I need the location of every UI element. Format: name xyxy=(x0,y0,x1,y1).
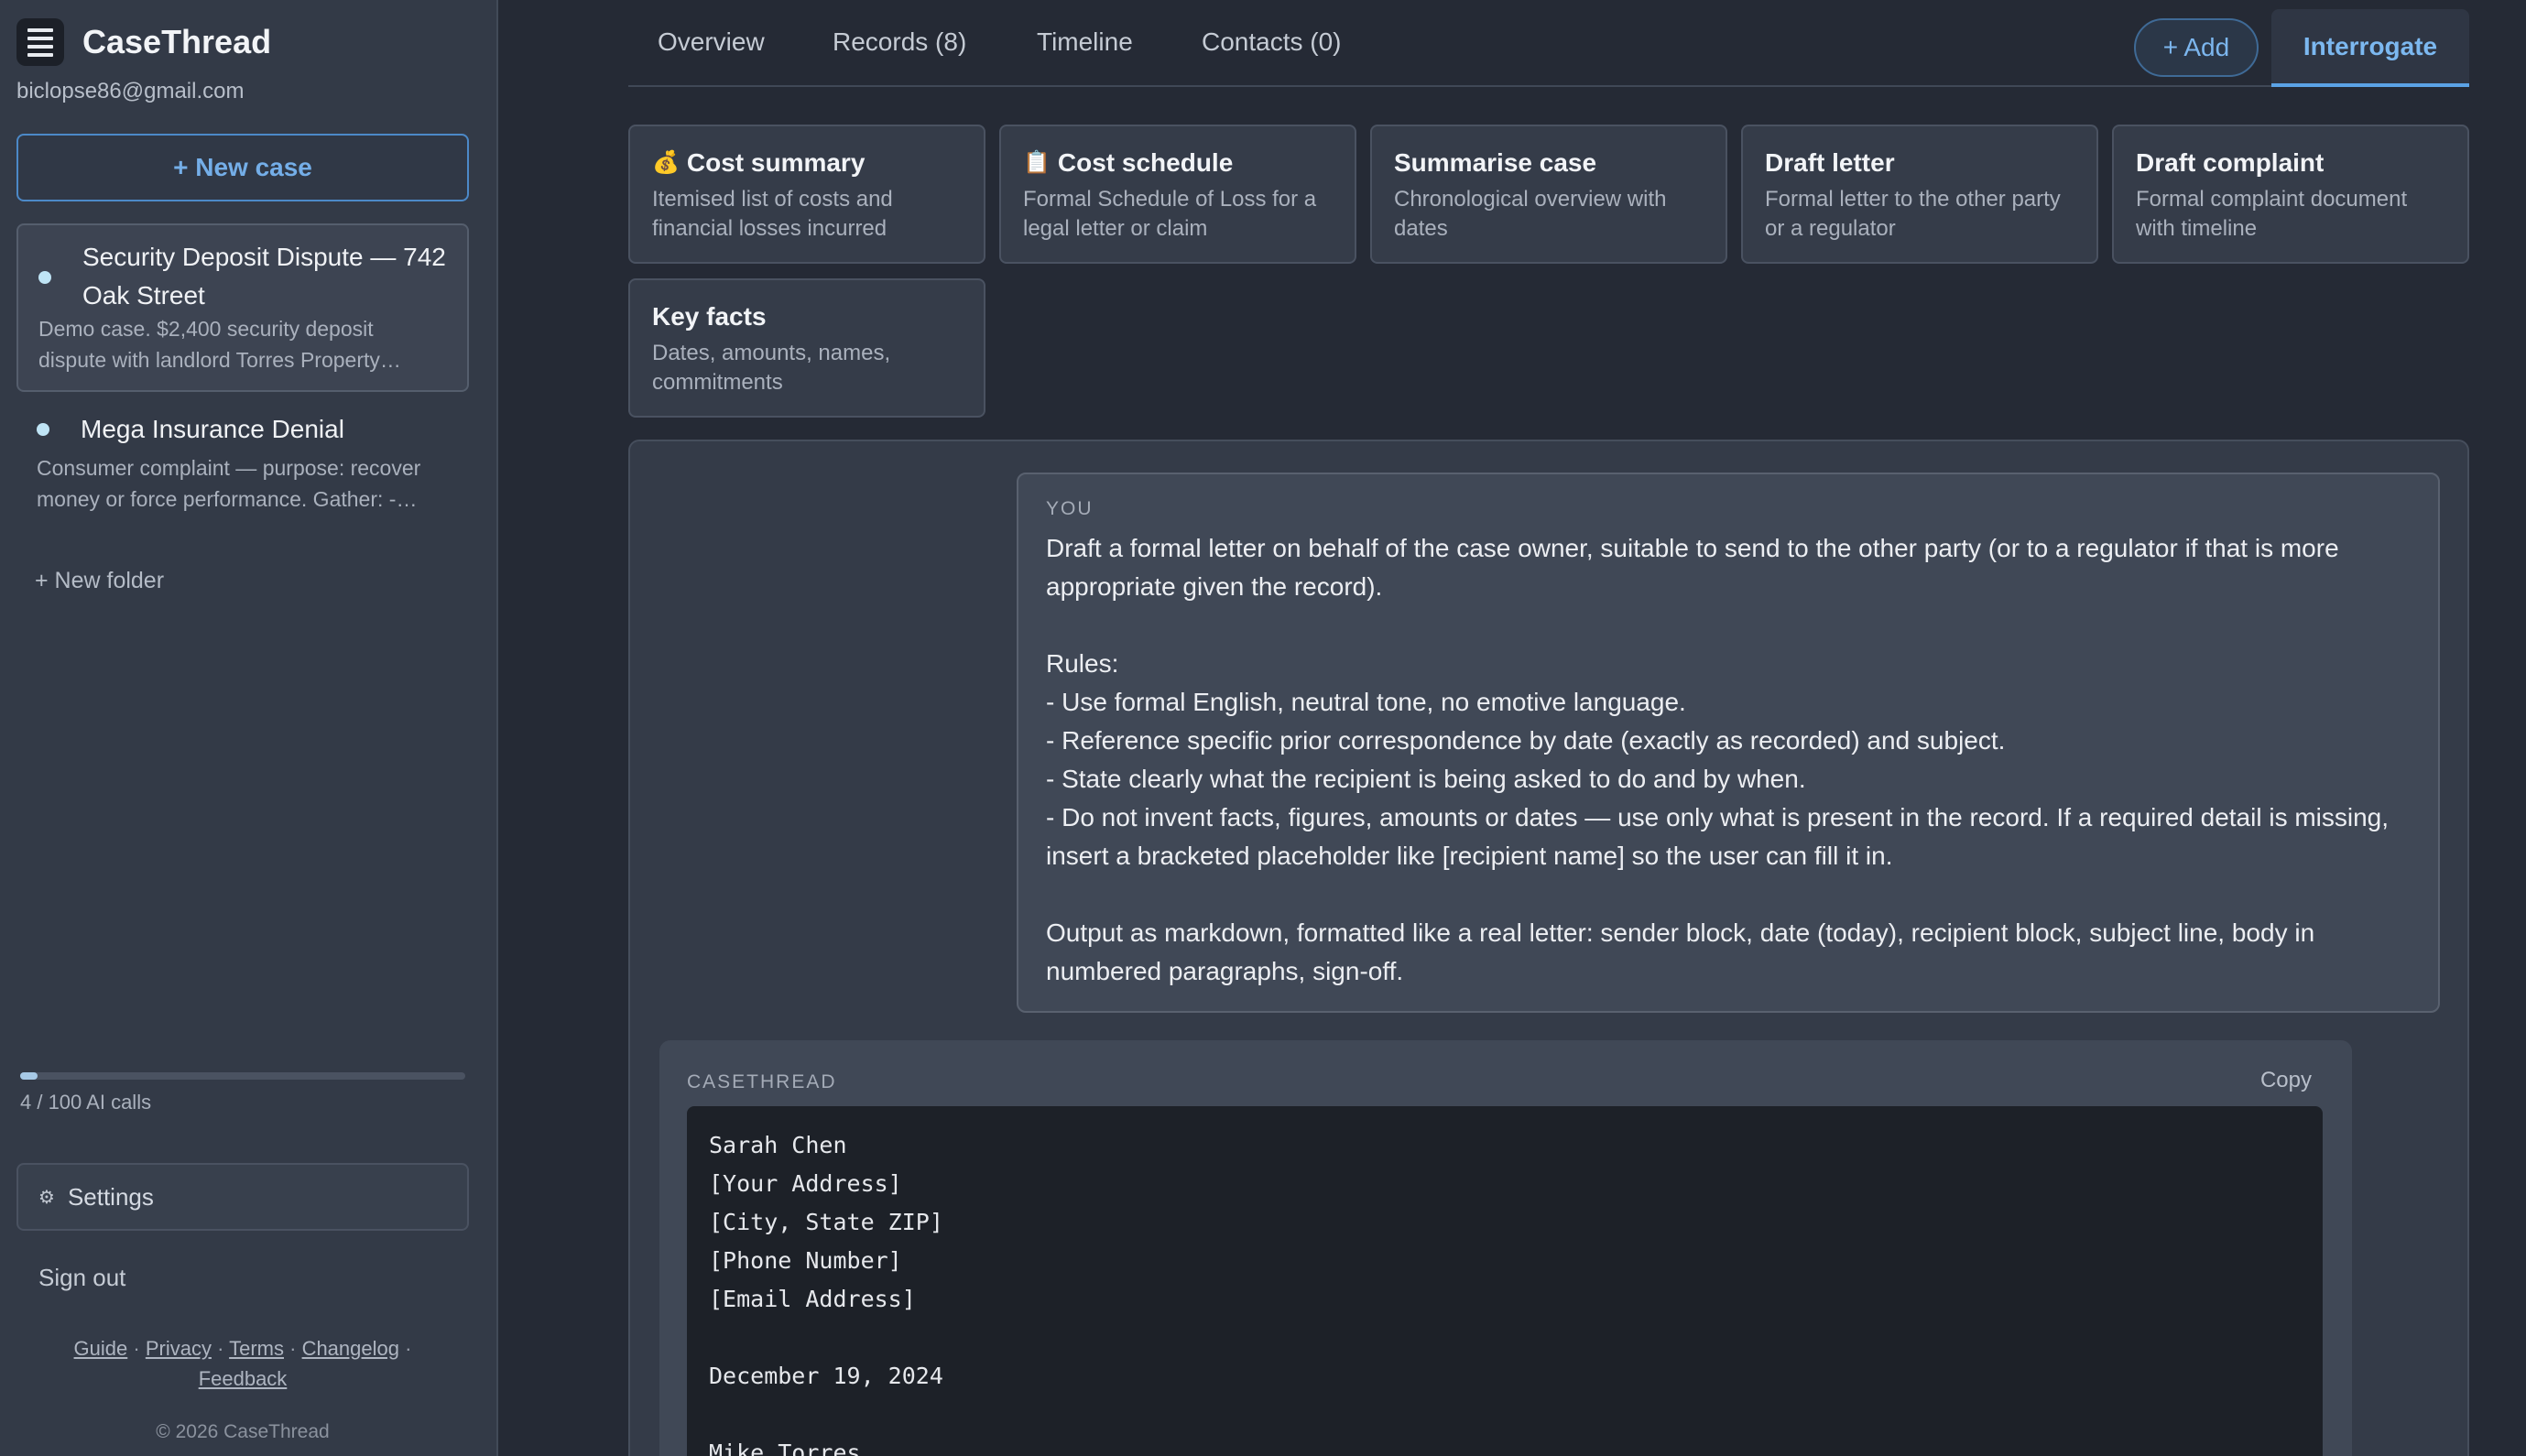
action-card-cost-schedule[interactable]: 📋 Cost schedule Formal Schedule of Loss … xyxy=(999,125,1356,264)
tab-interrogate[interactable]: Interrogate xyxy=(2271,9,2469,87)
new-folder-button[interactable]: + New folder xyxy=(35,568,164,594)
feedback-link[interactable]: Feedback xyxy=(199,1367,288,1390)
ai-usage-bar xyxy=(20,1072,465,1080)
case-title: Security Deposit Dispute — 742 Oak Stree… xyxy=(82,243,446,310)
copy-button[interactable]: Copy xyxy=(2260,1068,2312,1093)
guide-link[interactable]: Guide xyxy=(74,1337,128,1360)
card-description: Formal Schedule of Loss for a legal lett… xyxy=(1023,187,1317,241)
case-status-dot xyxy=(38,271,51,284)
card-title: Cost schedule xyxy=(1057,148,1234,177)
tab-timeline[interactable]: Timeline xyxy=(1037,27,1133,57)
settings-button[interactable]: ⚙ Settings xyxy=(16,1163,469,1231)
assistant-message: CASETHREAD Copy Sarah Chen [Your Address… xyxy=(659,1040,2352,1456)
privacy-link[interactable]: Privacy xyxy=(146,1337,212,1360)
case-title: Mega Insurance Denial xyxy=(81,415,344,443)
card-title: Key facts xyxy=(652,302,767,331)
ai-usage-fill xyxy=(20,1072,38,1080)
card-description: Chronological overview with dates xyxy=(1394,187,1667,241)
new-case-button[interactable]: + New case xyxy=(16,134,469,201)
ai-usage-label: 4 / 100 AI calls xyxy=(20,1091,152,1114)
card-title: Draft complaint xyxy=(2136,148,2325,177)
card-description: Dates, amounts, names, commitments xyxy=(652,341,891,395)
card-description: Formal letter to the other party or a re… xyxy=(1765,187,2061,241)
user-email: biclopse86@gmail.com xyxy=(16,79,245,103)
case-status-dot xyxy=(37,423,49,436)
card-title: Summarise case xyxy=(1394,148,1597,177)
case-item-security-deposit[interactable]: Security Deposit Dispute — 742 Oak Stree… xyxy=(16,223,469,392)
tab-records[interactable]: Records (8) xyxy=(833,27,966,57)
case-description: Demo case. $2,400 security deposit dispu… xyxy=(38,317,380,372)
case-description: Consumer complaint — purpose: recover mo… xyxy=(37,456,421,511)
assistant-letter-text: Sarah Chen [Your Address] [City, State Z… xyxy=(687,1106,2323,1456)
gear-icon: ⚙ xyxy=(38,1187,55,1208)
app-name: CaseThread xyxy=(82,23,272,60)
action-card-draft-letter[interactable]: Draft letter Formal letter to the other … xyxy=(1741,125,2098,264)
casethread-logo-icon xyxy=(16,18,64,66)
changelog-link[interactable]: Changelog xyxy=(302,1337,399,1360)
tab-contacts[interactable]: Contacts (0) xyxy=(1202,27,1342,57)
money-bag-icon: 💰 xyxy=(652,150,680,175)
sign-out-button[interactable]: Sign out xyxy=(38,1264,125,1292)
add-button[interactable]: + Add xyxy=(2134,18,2259,77)
clipboard-icon: 📋 xyxy=(1023,150,1051,175)
chat-panel: YOU Draft a formal letter on behalf of t… xyxy=(628,440,2469,1456)
footer-links: Guide · Privacy · Terms · Changelog · Fe… xyxy=(73,1337,412,1390)
sidebar: CaseThread biclopse86@gmail.com + New ca… xyxy=(0,0,498,1456)
assistant-message-label: CASETHREAD xyxy=(687,1071,837,1092)
card-description: Itemised list of costs and financial los… xyxy=(652,187,893,241)
user-message: YOU Draft a formal letter on behalf of t… xyxy=(1017,473,2440,1013)
tab-overview[interactable]: Overview xyxy=(658,27,765,57)
user-message-text: Draft a formal letter on behalf of the c… xyxy=(1046,534,2390,985)
action-card-summarise-case[interactable]: Summarise case Chronological overview wi… xyxy=(1370,125,1727,264)
action-card-draft-complaint[interactable]: Draft complaint Formal complaint documen… xyxy=(2112,125,2469,264)
brand[interactable]: CaseThread xyxy=(16,18,271,66)
card-title: Draft letter xyxy=(1765,148,1895,177)
action-card-cost-summary[interactable]: 💰 Cost summary Itemised list of costs an… xyxy=(628,125,985,264)
user-message-label: YOU xyxy=(1046,498,1094,519)
card-description: Formal complaint document with timeline xyxy=(2136,187,2408,241)
card-title: Cost summary xyxy=(686,148,866,177)
case-item-mega-insurance[interactable]: Mega Insurance Denial Consumer complaint… xyxy=(16,403,469,531)
terms-link[interactable]: Terms xyxy=(229,1337,284,1360)
copyright: © 2026 CaseThread xyxy=(156,1421,330,1442)
top-nav: Overview Records (8) Timeline Contacts (… xyxy=(628,0,2469,87)
settings-label: Settings xyxy=(67,1182,154,1211)
action-card-key-facts[interactable]: Key facts Dates, amounts, names, commitm… xyxy=(628,278,985,418)
